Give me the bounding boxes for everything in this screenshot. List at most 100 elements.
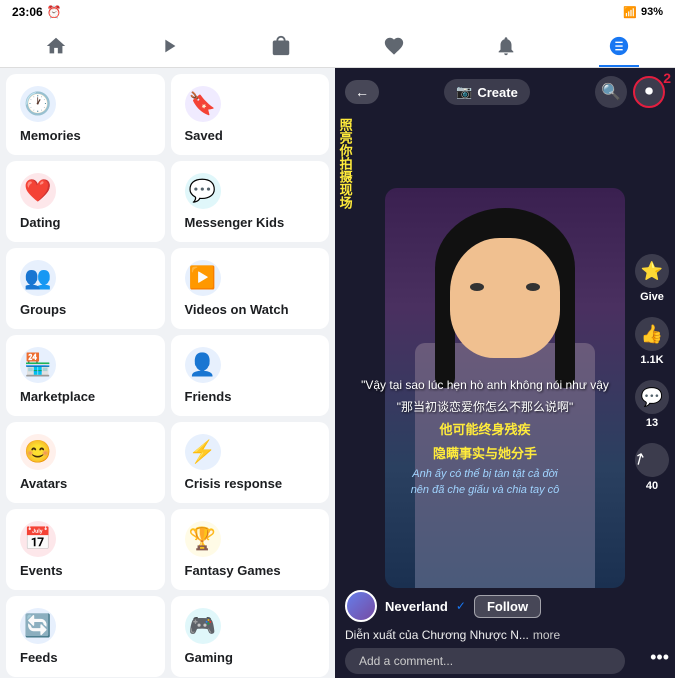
create-label: Create [477, 85, 517, 100]
video-panel: ← 📷 Create 🔍 ⏺ 2 照亮你拍摄现场 [335, 68, 675, 678]
comment-icon: 💬 [635, 380, 669, 414]
create-button[interactable]: 📷 Create [444, 79, 530, 105]
nav-bell[interactable] [486, 26, 526, 66]
nav-home[interactable] [36, 26, 76, 66]
follow-button[interactable]: Follow [474, 595, 541, 618]
status-right: 📶 93% [623, 6, 663, 19]
give-button[interactable]: ⭐ Give [635, 254, 669, 303]
nav-marketplace[interactable] [261, 26, 301, 66]
menu-item-events[interactable]: 📅 Events [6, 509, 165, 590]
battery: 93% [641, 6, 663, 18]
search-icon: 🔍 [601, 82, 621, 102]
gaming-icon: 🎮 [185, 608, 221, 644]
subtitle-line5: Anh ấy có thể bị tàn tật cả đời [345, 467, 625, 482]
header-icons: 🔍 ⏺ 2 [595, 76, 665, 108]
saved-label: Saved [185, 128, 316, 143]
comment-bar: Add a comment... [335, 648, 635, 674]
subtitle-line1: "Vậy tại sao lúc hẹn hò anh không nói nh… [345, 376, 625, 394]
feeds-icon: 🔄 [20, 608, 56, 644]
menu-item-memories[interactable]: 🕐 Memories [6, 74, 165, 155]
videos-watch-label: Videos on Watch [185, 302, 316, 317]
saved-icon: 🔖 [185, 86, 221, 122]
fantasy-label: Fantasy Games [185, 563, 316, 578]
menu-item-fantasy-games[interactable]: 🏆 Fantasy Games [171, 509, 330, 590]
share-icon: ↗ [629, 437, 675, 483]
crisis-label: Crisis response [185, 476, 316, 491]
subtitle-line6: nên đã che giấu và chia tay cô [345, 483, 625, 498]
avatars-icon: 😊 [20, 434, 56, 470]
channel-row: Neverland ✓ Follow [345, 590, 625, 622]
nav-menu[interactable] [599, 26, 639, 66]
memories-label: Memories [20, 128, 151, 143]
subtitle-line3: 他可能终身残疾 [345, 420, 625, 440]
channel-avatar [345, 590, 377, 622]
subtitle-line2: "那当初谈恋爱你怎么不那么说啊" [345, 398, 625, 416]
verified-icon: ✓ [456, 599, 466, 613]
camera-icon: 📷 [456, 84, 472, 100]
menu-item-avatars[interactable]: 😊 Avatars [6, 422, 165, 503]
friends-label: Friends [185, 389, 316, 404]
memories-icon: 🕐 [20, 86, 56, 122]
more-options-button[interactable]: ••• [650, 647, 669, 668]
video-description: Diễn xuất của Chương Nhược N... more [345, 628, 625, 642]
main-content: 🕐 Memories 🔖 Saved ❤️ Dating 💬 Messenger… [0, 68, 675, 678]
marketplace-label: Marketplace [20, 389, 151, 404]
messenger-kids-label: Messenger Kids [185, 215, 316, 230]
vertical-text: 照亮你拍摄现场 [337, 118, 353, 209]
dating-icon: ❤️ [20, 173, 56, 209]
marketplace-icon: 🏪 [20, 347, 56, 383]
comment-count: 13 [646, 417, 658, 429]
more-button[interactable]: more [533, 628, 560, 642]
subtitle-line4: 隐瞒事实与她分手 [345, 444, 625, 464]
like-icon: 👍 [635, 317, 669, 351]
events-label: Events [20, 563, 151, 578]
camera-badge: 2 [663, 70, 671, 86]
menu-item-videos-on-watch[interactable]: ▶️ Videos on Watch [171, 248, 330, 329]
nav-watch[interactable] [149, 26, 189, 66]
friends-icon: 👤 [185, 347, 221, 383]
nav-bar [0, 24, 675, 68]
back-button[interactable]: ← [345, 80, 379, 104]
desc-text: Diễn xuất của Chương Nhược N... [345, 628, 529, 642]
menu-item-messenger-kids[interactable]: 💬 Messenger Kids [171, 161, 330, 242]
feeds-label: Feeds [20, 650, 151, 665]
share-button[interactable]: ↗ 40 [635, 443, 669, 492]
gaming-label: Gaming [185, 650, 316, 665]
give-label: Give [640, 291, 664, 303]
crisis-icon: ⚡ [185, 434, 221, 470]
fantasy-icon: 🏆 [185, 521, 221, 557]
nav-heart[interactable] [374, 26, 414, 66]
menu-item-saved[interactable]: 🔖 Saved [171, 74, 330, 155]
video-header: ← 📷 Create 🔍 ⏺ 2 [335, 68, 675, 116]
events-icon: 📅 [20, 521, 56, 557]
menu-item-feeds[interactable]: 🔄 Feeds [6, 596, 165, 677]
menu-item-dating[interactable]: ❤️ Dating [6, 161, 165, 242]
camera-button[interactable]: ⏺ 2 [633, 76, 665, 108]
menu-item-crisis-response[interactable]: ⚡ Crisis response [171, 422, 330, 503]
record-icon: ⏺ [645, 83, 653, 101]
status-bar: 23:06 ⏰ 📶 93% [0, 0, 675, 24]
menu-item-friends[interactable]: 👤 Friends [171, 335, 330, 416]
alarm-icon: ⏰ [47, 5, 62, 19]
like-count: 1.1K [640, 354, 663, 366]
channel-name: Neverland [385, 599, 448, 614]
video-bottom: Neverland ✓ Follow Diễn xuất của Chương … [335, 590, 635, 642]
dating-label: Dating [20, 215, 151, 230]
groups-icon: 👥 [20, 260, 56, 296]
menu-item-marketplace[interactable]: 🏪 Marketplace [6, 335, 165, 416]
videos-watch-icon: ▶️ [185, 260, 221, 296]
video-actions: ⭐ Give 👍 1.1K 💬 13 ↗ 40 [635, 254, 669, 492]
like-button[interactable]: 👍 1.1K [635, 317, 669, 366]
video-character [335, 68, 675, 678]
give-icon: ⭐ [635, 254, 669, 288]
groups-label: Groups [20, 302, 151, 317]
status-left: 23:06 ⏰ [12, 5, 62, 19]
share-count: 40 [646, 480, 658, 492]
search-button[interactable]: 🔍 [595, 76, 627, 108]
comment-input[interactable]: Add a comment... [345, 648, 625, 674]
subtitle-area: "Vậy tại sao lúc hẹn hò anh không nói nh… [335, 376, 635, 498]
time: 23:06 [12, 5, 43, 19]
comment-button[interactable]: 💬 13 [635, 380, 669, 429]
menu-item-groups[interactable]: 👥 Groups [6, 248, 165, 329]
menu-item-gaming[interactable]: 🎮 Gaming [171, 596, 330, 677]
